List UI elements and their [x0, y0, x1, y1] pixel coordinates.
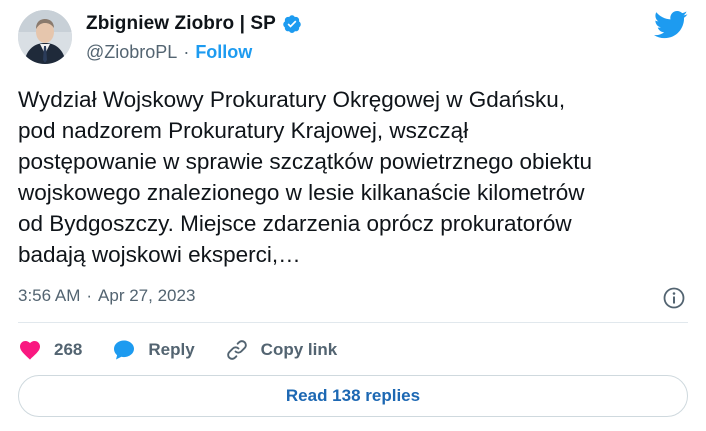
read-replies-label: Read 138 replies [285, 386, 421, 405]
author-avatar[interactable] [18, 10, 72, 64]
like-count: 268 [54, 340, 83, 359]
tweet-text: Wydział Wojskowy Prokuratury Okręgowej w… [18, 87, 593, 267]
link-icon [226, 340, 247, 360]
avatar-portrait [18, 10, 72, 64]
speech-bubble-icon [114, 340, 135, 360]
twitter-bird-icon[interactable] [654, 10, 688, 40]
reply-label: Reply [148, 340, 195, 359]
timestamp-row: 3:56 AM · Apr 27, 2023 [18, 286, 195, 306]
handle-row: @ZiobroPL · Follow [86, 42, 252, 63]
action-bar: 268 Reply Copy link [18, 338, 367, 362]
author-name-row: Zbigniew Ziobro | SP [86, 13, 302, 35]
tweet-embed-card: Zbigniew Ziobro | SP @ZiobroPL · Follow … [0, 0, 706, 431]
heart-icon [20, 341, 40, 360]
info-icon[interactable] [662, 286, 686, 310]
author-handle[interactable]: @ZiobroPL [86, 42, 177, 63]
follow-button[interactable]: Follow [195, 42, 252, 63]
separator-dot: · [183, 42, 190, 62]
timestamp-separator: · [86, 286, 93, 305]
divider [18, 322, 688, 323]
read-replies-button[interactable]: Read 138 replies [18, 375, 688, 417]
tweet-date[interactable]: Apr 27, 2023 [98, 286, 195, 306]
like-button[interactable]: 268 [18, 338, 82, 362]
copy-link-button[interactable]: Copy link [225, 338, 338, 362]
tweet-time[interactable]: 3:56 AM [18, 286, 80, 306]
author-name[interactable]: Zbigniew Ziobro | SP [86, 13, 276, 35]
reply-button[interactable]: Reply [112, 338, 195, 362]
copy-link-label: Copy link [260, 340, 338, 359]
verified-badge-icon [283, 15, 301, 33]
